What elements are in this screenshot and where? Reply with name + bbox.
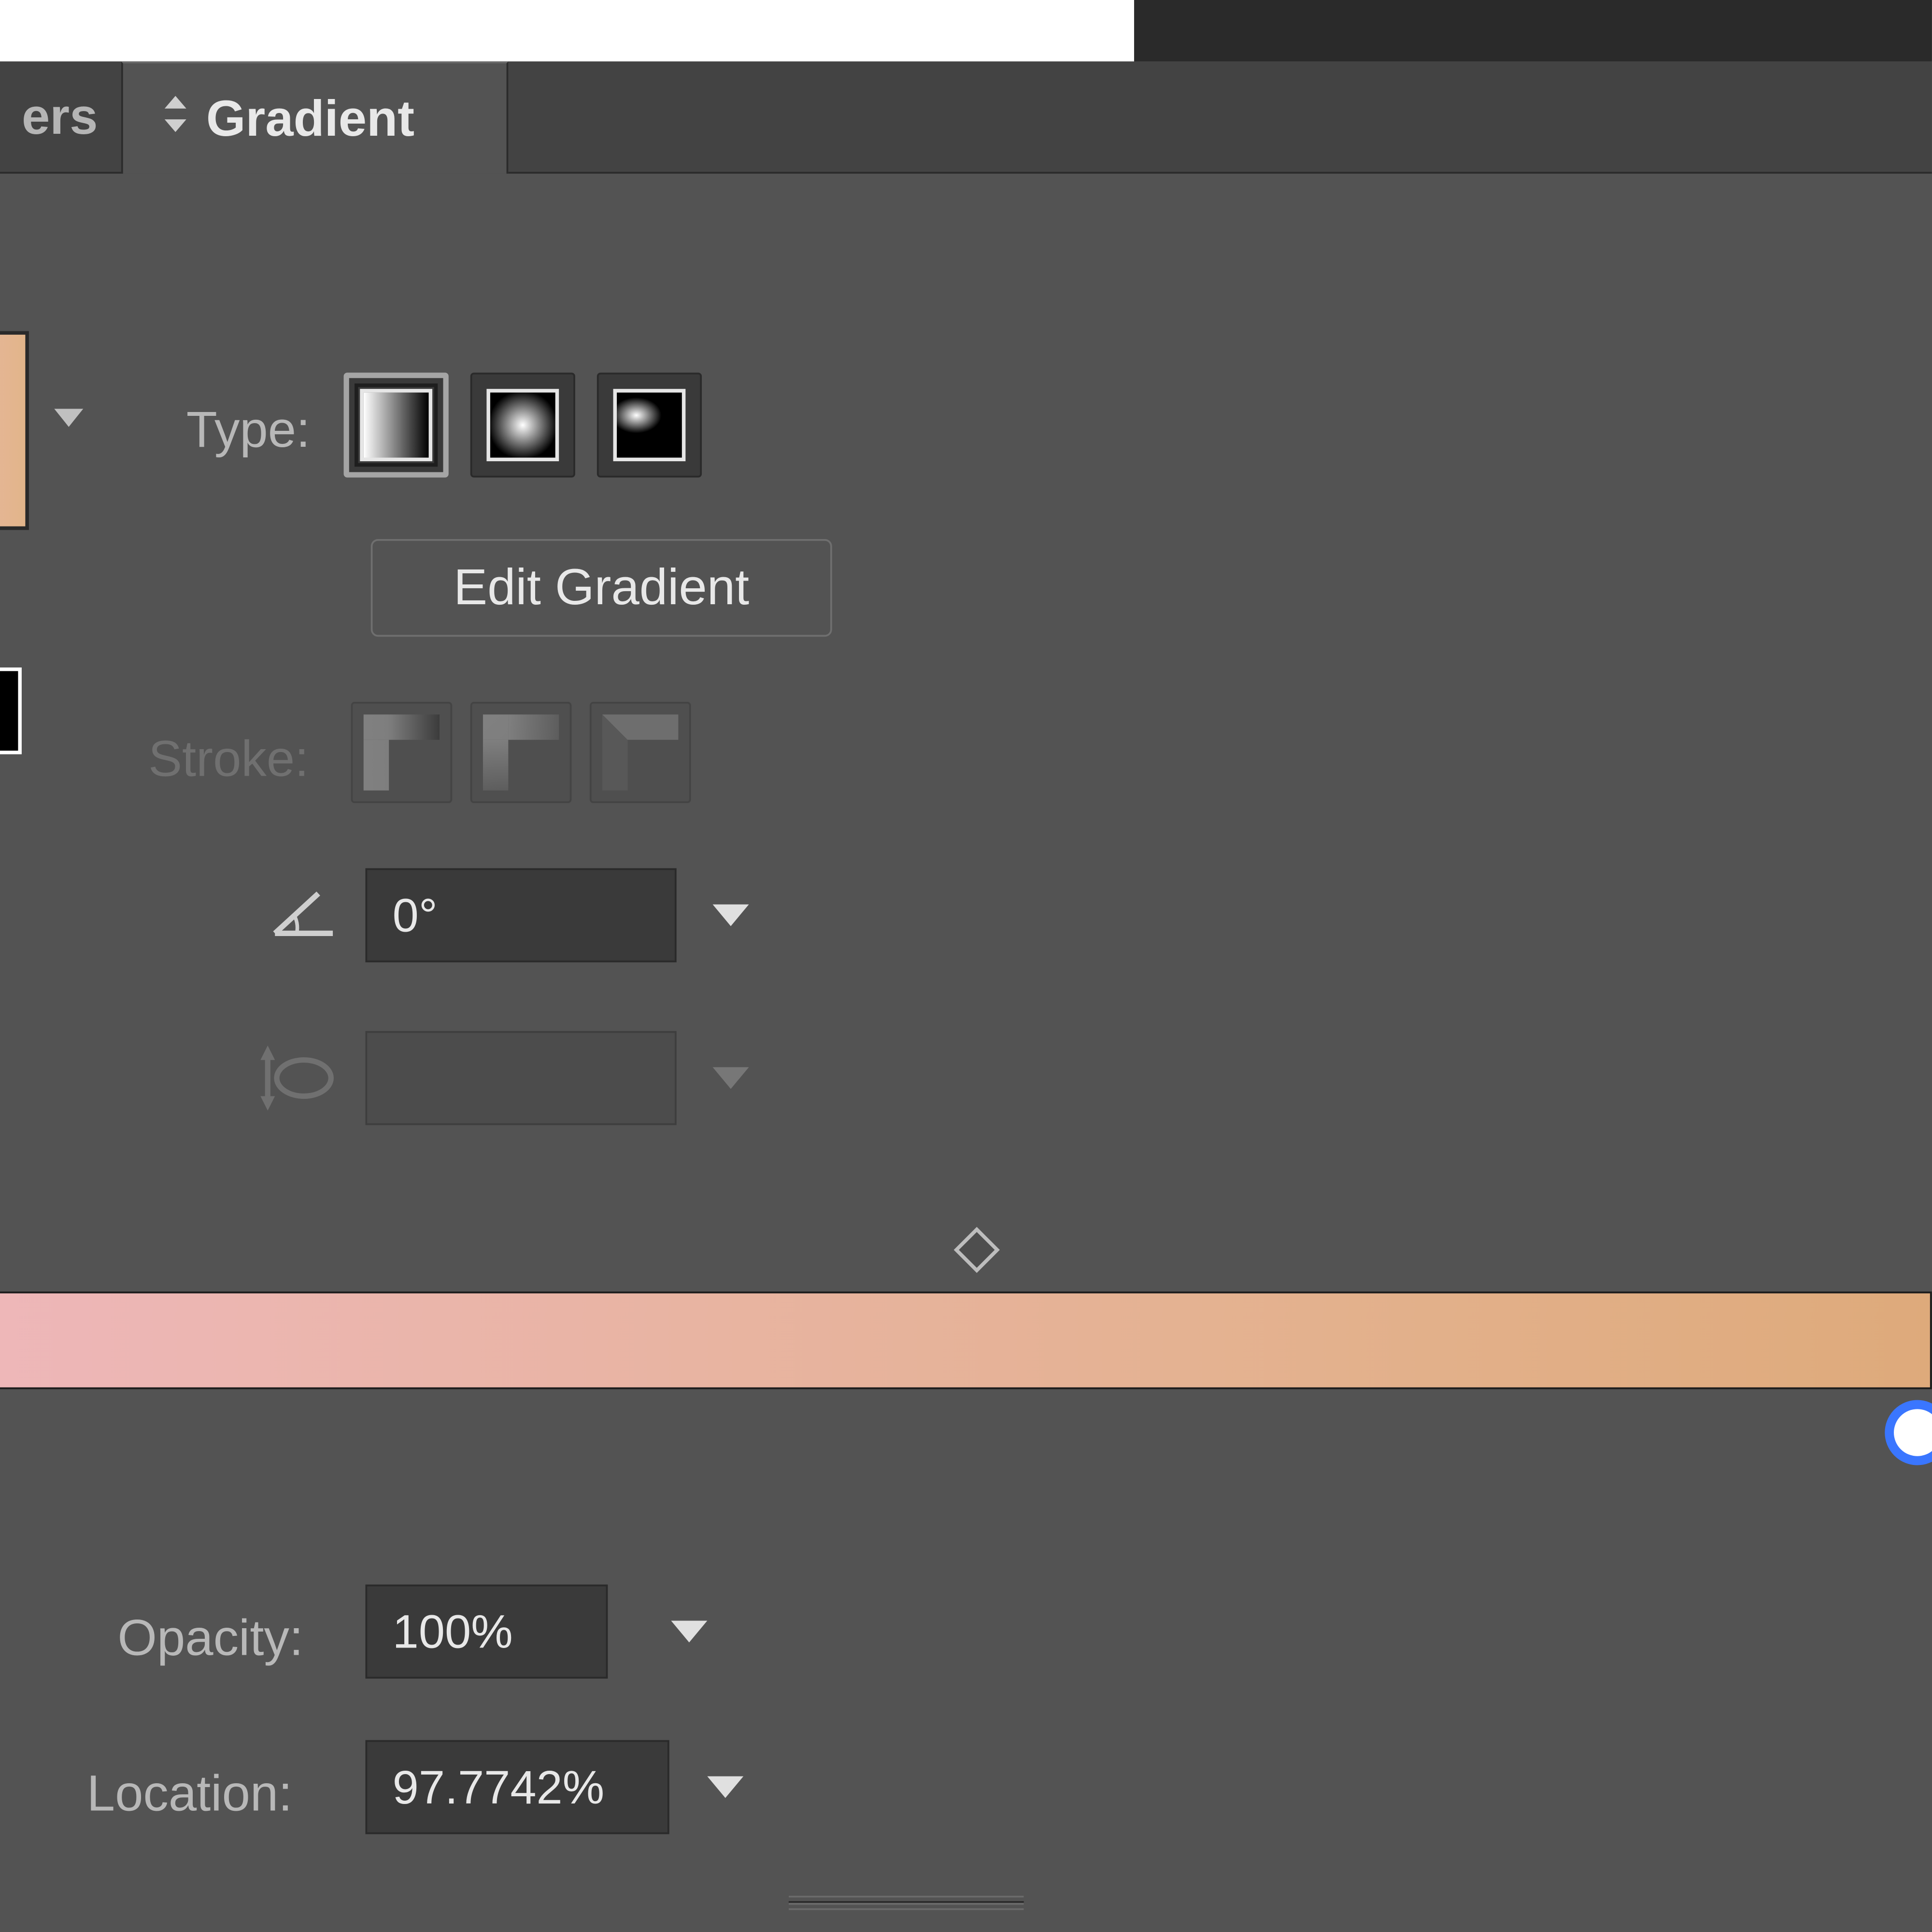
stroke-across-icon <box>602 714 678 790</box>
gradient-ramp[interactable] <box>0 1292 1932 1389</box>
gradient-stop-handle-selected[interactable] <box>1885 1400 1932 1465</box>
canvas-edge-white <box>0 0 1134 61</box>
gradient-panel: ers Gradient Type: Edit Gradient Stroke: <box>0 61 1932 1906</box>
gradient-ramp-bar[interactable] <box>0 1292 1932 1389</box>
chevron-down-icon <box>713 905 749 926</box>
angle-input[interactable]: 0° <box>365 868 676 963</box>
tab-gradient[interactable]: Gradient <box>121 61 508 173</box>
linear-gradient-icon <box>360 389 432 461</box>
location-dropdown-button[interactable] <box>678 1740 772 1834</box>
aspect-dropdown-button <box>684 1031 778 1125</box>
stroke-along-icon <box>483 714 559 790</box>
radial-gradient-icon <box>486 389 559 461</box>
stroke-within-icon <box>364 714 440 790</box>
stroke-along-button <box>470 702 572 803</box>
gradient-preview-swatch[interactable] <box>0 331 29 530</box>
fill-stroke-thumbnail[interactable] <box>0 668 22 754</box>
gradient-type-group <box>344 372 702 477</box>
tab-other-partial[interactable]: ers <box>0 61 138 173</box>
edit-gradient-button[interactable]: Edit Gradient <box>371 539 832 637</box>
chevron-down-icon <box>707 1776 743 1798</box>
stroke-within-button <box>351 702 453 803</box>
gradient-midpoint-handle[interactable] <box>954 1227 1000 1273</box>
aspect-ratio-icon <box>260 1038 340 1127</box>
aspect-ratio-input <box>365 1031 676 1125</box>
type-linear-button[interactable] <box>344 372 449 477</box>
opacity-label: Opacity: <box>117 1610 303 1668</box>
type-freeform-button[interactable] <box>597 372 702 477</box>
stroke-label: Stroke: <box>148 731 309 789</box>
angle-dropdown-button[interactable] <box>684 868 778 963</box>
freeform-gradient-icon <box>613 389 686 461</box>
canvas-edge-dark <box>1134 0 1932 61</box>
chevron-down-icon <box>713 1067 749 1089</box>
location-label: Location: <box>87 1765 293 1823</box>
stroke-across-button <box>590 702 691 803</box>
preview-dropdown-icon[interactable] <box>54 409 83 426</box>
type-label: Type: <box>186 401 310 459</box>
type-radial-button[interactable] <box>470 372 575 477</box>
panel-resize-gripper[interactable] <box>789 1896 1024 1910</box>
tab-sort-icon <box>163 65 188 177</box>
location-input[interactable]: 97.7742% <box>365 1740 669 1834</box>
angle-icon <box>268 883 340 941</box>
opacity-input[interactable]: 100% <box>365 1585 608 1679</box>
stroke-type-group <box>351 702 691 803</box>
chevron-down-icon <box>671 1621 707 1643</box>
tab-gradient-label: Gradient <box>206 90 414 146</box>
panel-tabbar: ers Gradient <box>0 61 1932 173</box>
opacity-dropdown-button[interactable] <box>642 1585 736 1679</box>
